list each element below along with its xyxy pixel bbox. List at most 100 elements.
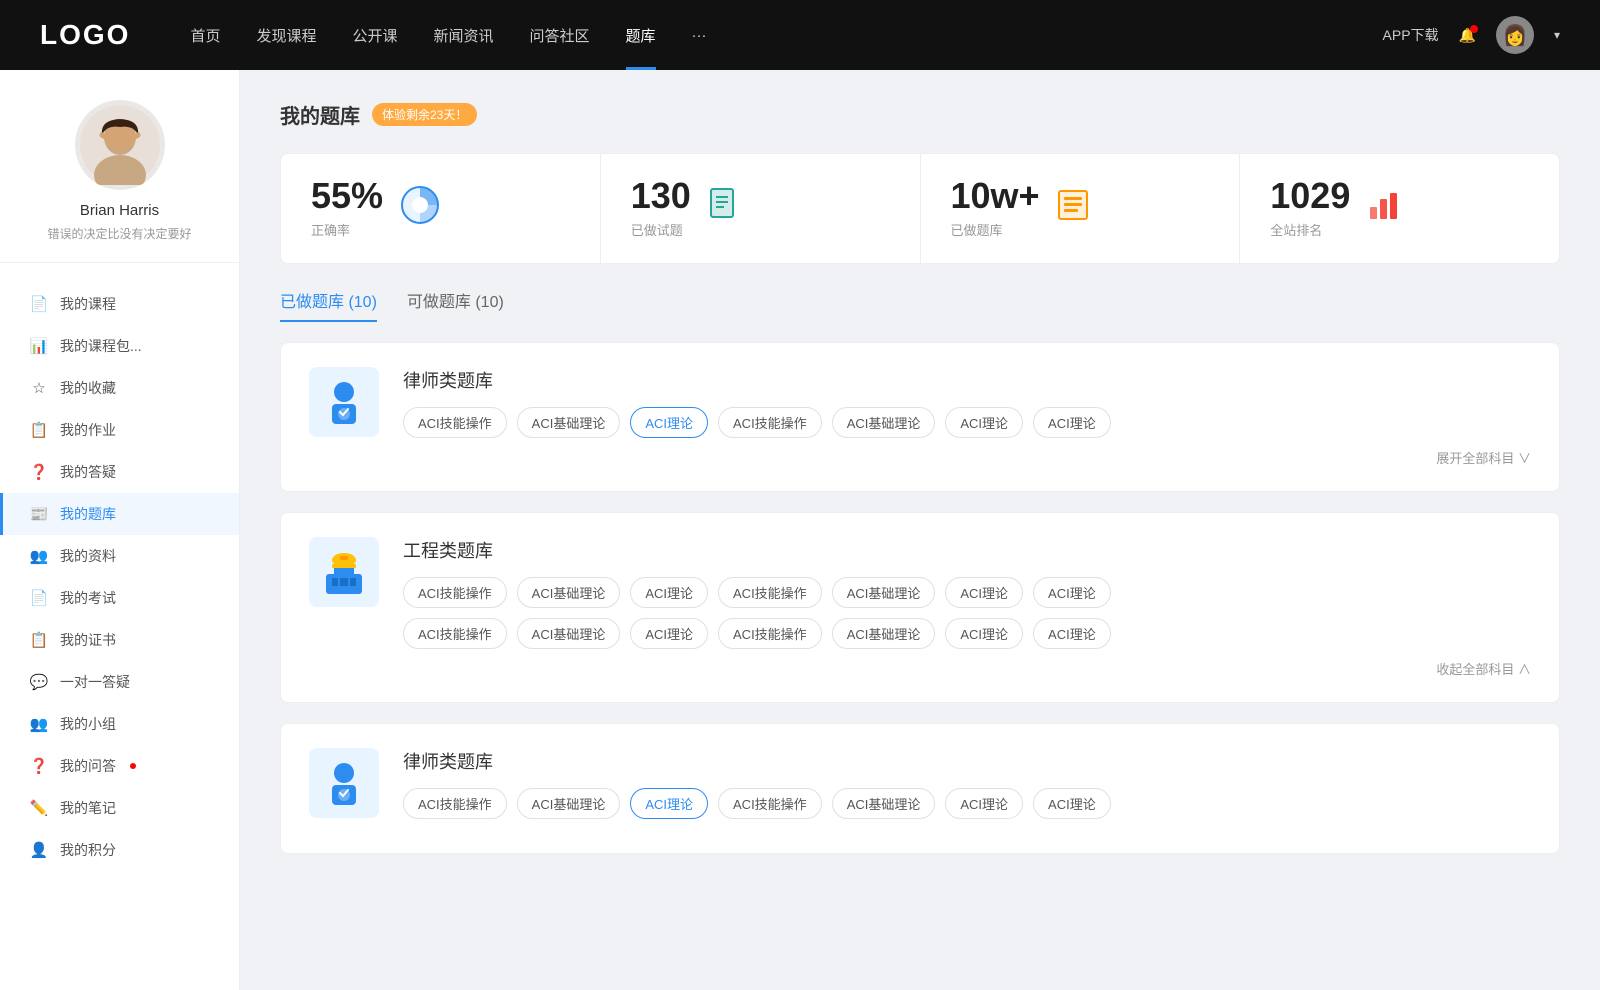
sidebar-item-exams[interactable]: 📄 我的考试 (0, 577, 239, 619)
sidebar-item-questions[interactable]: ❓ 我的答疑 (0, 451, 239, 493)
tabs-bar: 已做题库 (10) 可做题库 (10) (280, 288, 1560, 322)
sidebar-item-label: 我的小组 (60, 714, 116, 734)
main-content: 我的题库 体验剩余23天！ 55% 正确率 (240, 70, 1600, 990)
chevron-down-icon[interactable]: ▾ (1554, 28, 1560, 42)
bar-chart-icon (1366, 187, 1402, 230)
testbank-icon: 📰 (30, 505, 48, 523)
tag[interactable]: ACI理论 (630, 577, 708, 608)
collapse-link[interactable]: 收起全部科目 ∧ (403, 659, 1531, 678)
tags-row-1: ACI技能操作 ACI基础理论 ACI理论 ACI技能操作 ACI基础理论 AC… (403, 577, 1531, 608)
sidebar-item-label: 我的笔记 (60, 798, 116, 818)
nav-opencourse[interactable]: 公开课 (352, 25, 397, 46)
sidebar-item-label: 我的资料 (60, 546, 116, 566)
tag[interactable]: ACI技能操作 (403, 788, 507, 819)
avatar[interactable]: 👩 (1496, 16, 1534, 54)
tag[interactable]: ACI理论 (1033, 788, 1111, 819)
sidebar-item-points[interactable]: 👤 我的积分 (0, 829, 239, 871)
sidebar-item-my-qa[interactable]: ❓ 我的问答 (0, 745, 239, 787)
sidebar: Brian Harris 错误的决定比没有决定要好 📄 我的课程 📊 我的课程包… (0, 70, 240, 990)
tag[interactable]: ACI理论 (945, 407, 1023, 438)
bank-icon-lawyer (309, 367, 379, 437)
tag[interactable]: ACI技能操作 (403, 577, 507, 608)
stat-site-rank: 1029 全站排名 (1240, 154, 1559, 263)
tag[interactable]: ACI理论 (945, 577, 1023, 608)
tag[interactable]: ACI基础理论 (517, 577, 621, 608)
sidebar-item-label: 我的课程包... (60, 336, 142, 356)
bank-card-lawyer-2: 律师类题库 ACI技能操作 ACI基础理论 ACI理论 ACI技能操作 ACI基… (280, 723, 1560, 854)
materials-icon: 👥 (30, 547, 48, 565)
tag[interactable]: ACI基础理论 (832, 618, 936, 649)
nav-right: APP下载 🔔 👩 ▾ (1383, 16, 1560, 54)
notification-bell-icon[interactable]: 🔔 (1459, 27, 1476, 44)
notification-dot (1470, 25, 1478, 33)
courses-icon: 📄 (30, 295, 48, 313)
tag[interactable]: ACI基础理论 (832, 788, 936, 819)
sidebar-item-favorites[interactable]: ☆ 我的收藏 (0, 367, 239, 409)
package-icon: 📊 (30, 337, 48, 355)
sidebar-item-label: 我的积分 (60, 840, 116, 860)
tag[interactable]: ACI技能操作 (718, 577, 822, 608)
logo: LOGO (40, 19, 130, 51)
points-icon: 👤 (30, 841, 48, 859)
sidebar-item-certificate[interactable]: 📋 我的证书 (0, 619, 239, 661)
tag[interactable]: ACI技能操作 (403, 407, 507, 438)
stat-value: 1029 (1270, 178, 1350, 214)
sidebar-item-testbank[interactable]: 📰 我的题库 (0, 493, 239, 535)
chat-icon: 💬 (30, 673, 48, 691)
app-download-button[interactable]: APP下载 (1383, 25, 1439, 45)
tag[interactable]: ACI基础理论 (832, 407, 936, 438)
tag[interactable]: ACI技能操作 (718, 407, 822, 438)
trial-badge: 体验剩余23天！ (372, 103, 477, 126)
sidebar-item-notes[interactable]: ✏️ 我的笔记 (0, 787, 239, 829)
sidebar-item-my-courses[interactable]: 📄 我的课程 (0, 283, 239, 325)
tag-active[interactable]: ACI理论 (630, 407, 708, 438)
nav-more[interactable]: ··· (692, 27, 707, 44)
tab-todo-banks[interactable]: 可做题库 (10) (407, 288, 504, 322)
page-title: 我的题库 (280, 100, 360, 129)
tag[interactable]: ACI技能操作 (718, 618, 822, 649)
tag[interactable]: ACI基础理论 (517, 788, 621, 819)
sidebar-item-one-on-one[interactable]: 💬 一对一答疑 (0, 661, 239, 703)
tag[interactable]: ACI技能操作 (718, 788, 822, 819)
tab-done-banks[interactable]: 已做题库 (10) (280, 288, 377, 322)
tag[interactable]: ACI基础理论 (832, 577, 936, 608)
exam-icon: 📄 (30, 589, 48, 607)
tag[interactable]: ACI理论 (945, 618, 1023, 649)
bank-title: 律师类题库 (403, 748, 1531, 774)
sidebar-item-label: 一对一答疑 (60, 672, 130, 692)
tag[interactable]: ACI理论 (1033, 577, 1111, 608)
nav-discover[interactable]: 发现课程 (256, 25, 316, 46)
expand-link[interactable]: 展开全部科目 ∨ (403, 448, 1531, 467)
stat-label: 正确率 (311, 220, 383, 239)
sidebar-item-course-package[interactable]: 📊 我的课程包... (0, 325, 239, 367)
sidebar-item-homework[interactable]: 📋 我的作业 (0, 409, 239, 451)
nav-home[interactable]: 首页 (190, 25, 220, 46)
tags-row: ACI技能操作 ACI基础理论 ACI理论 ACI技能操作 ACI基础理论 AC… (403, 788, 1531, 819)
bank-title: 律师类题库 (403, 367, 1531, 393)
tag-active[interactable]: ACI理论 (630, 788, 708, 819)
tag[interactable]: ACI理论 (630, 618, 708, 649)
sidebar-profile: Brian Harris 错误的决定比没有决定要好 (0, 100, 239, 263)
tag[interactable]: ACI理论 (1033, 618, 1111, 649)
nav-news[interactable]: 新闻资讯 (434, 25, 494, 46)
homework-icon: 📋 (30, 421, 48, 439)
sidebar-item-materials[interactable]: 👥 我的资料 (0, 535, 239, 577)
tags-row-2: ACI技能操作 ACI基础理论 ACI理论 ACI技能操作 ACI基础理论 AC… (403, 618, 1531, 649)
nav-qa[interactable]: 问答社区 (530, 25, 590, 46)
bank-title: 工程类题库 (403, 537, 1531, 563)
tag[interactable]: ACI技能操作 (403, 618, 507, 649)
nav-links: 首页 发现课程 公开课 新闻资讯 问答社区 题库 ··· (190, 25, 1382, 46)
tag[interactable]: ACI理论 (1033, 407, 1111, 438)
tag[interactable]: ACI基础理论 (517, 407, 621, 438)
sidebar-item-groups[interactable]: 👥 我的小组 (0, 703, 239, 745)
bank-card-engineering: 工程类题库 ACI技能操作 ACI基础理论 ACI理论 ACI技能操作 ACI基… (280, 512, 1560, 703)
tags-row: ACI技能操作 ACI基础理论 ACI理论 ACI技能操作 ACI基础理论 AC… (403, 407, 1531, 438)
bank-body: 工程类题库 ACI技能操作 ACI基础理论 ACI理论 ACI技能操作 ACI基… (403, 537, 1531, 678)
page-body: Brian Harris 错误的决定比没有决定要好 📄 我的课程 📊 我的课程包… (0, 70, 1600, 990)
tag[interactable]: ACI基础理论 (517, 618, 621, 649)
sidebar-item-label: 我的题库 (60, 504, 116, 524)
tag[interactable]: ACI理论 (945, 788, 1023, 819)
avatar (75, 100, 165, 190)
list-icon (1056, 187, 1092, 230)
nav-testbank[interactable]: 题库 (626, 25, 656, 46)
